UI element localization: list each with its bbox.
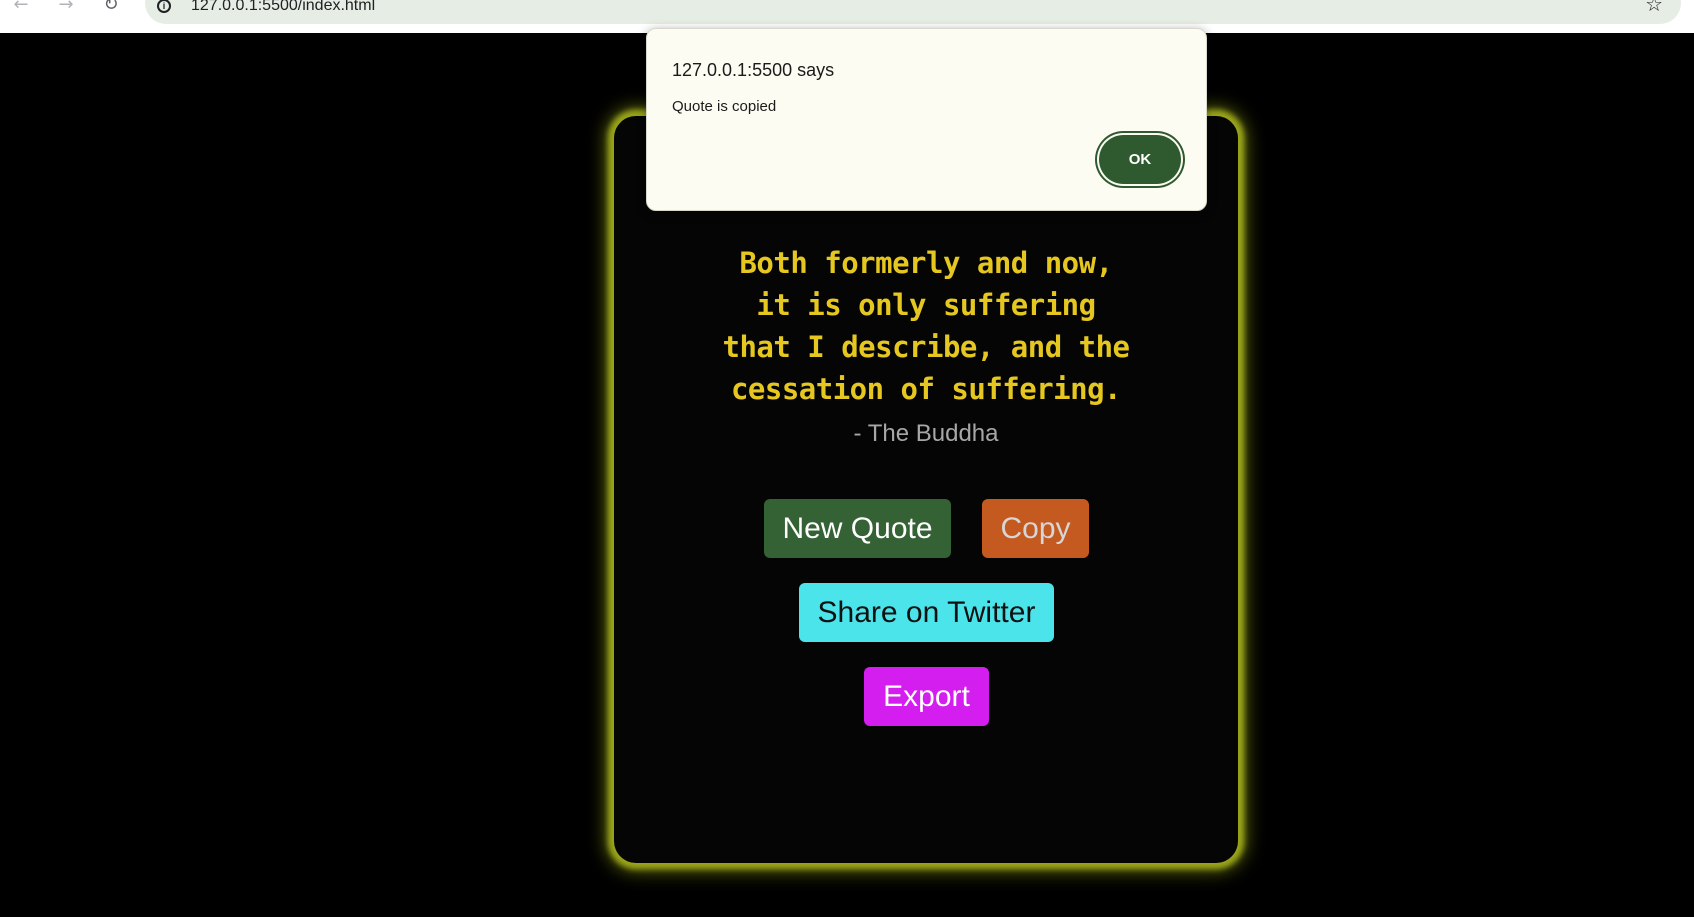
address-bar[interactable]: i 127.0.0.1:5500/index.html ☆ — [145, 0, 1681, 24]
export-button[interactable]: Export — [864, 667, 989, 726]
reload-icon[interactable]: ↻ — [100, 0, 122, 14]
new-quote-button[interactable]: New Quote — [764, 499, 951, 558]
forward-arrow-icon[interactable]: → — [55, 0, 77, 14]
quote-card: Both formerly and now, it is only suffer… — [614, 116, 1238, 863]
alert-message: Quote is copied — [672, 98, 777, 115]
quote-author: - The Buddha — [853, 420, 999, 447]
site-info-icon[interactable]: i — [157, 0, 171, 13]
back-arrow-icon[interactable]: ← — [10, 0, 32, 14]
alert-dialog: 127.0.0.1:5500 says Quote is copied OK — [646, 28, 1207, 211]
bookmark-star-icon[interactable]: ☆ — [1645, 0, 1663, 14]
url-text[interactable]: 127.0.0.1:5500/index.html — [191, 0, 375, 15]
quote-text: Both formerly and now, it is only suffer… — [722, 246, 1130, 406]
copy-button[interactable]: Copy — [982, 499, 1089, 558]
share-twitter-button[interactable]: Share on Twitter — [799, 583, 1054, 642]
alert-title: 127.0.0.1:5500 says — [672, 60, 835, 80]
ok-button[interactable]: OK — [1099, 135, 1181, 184]
